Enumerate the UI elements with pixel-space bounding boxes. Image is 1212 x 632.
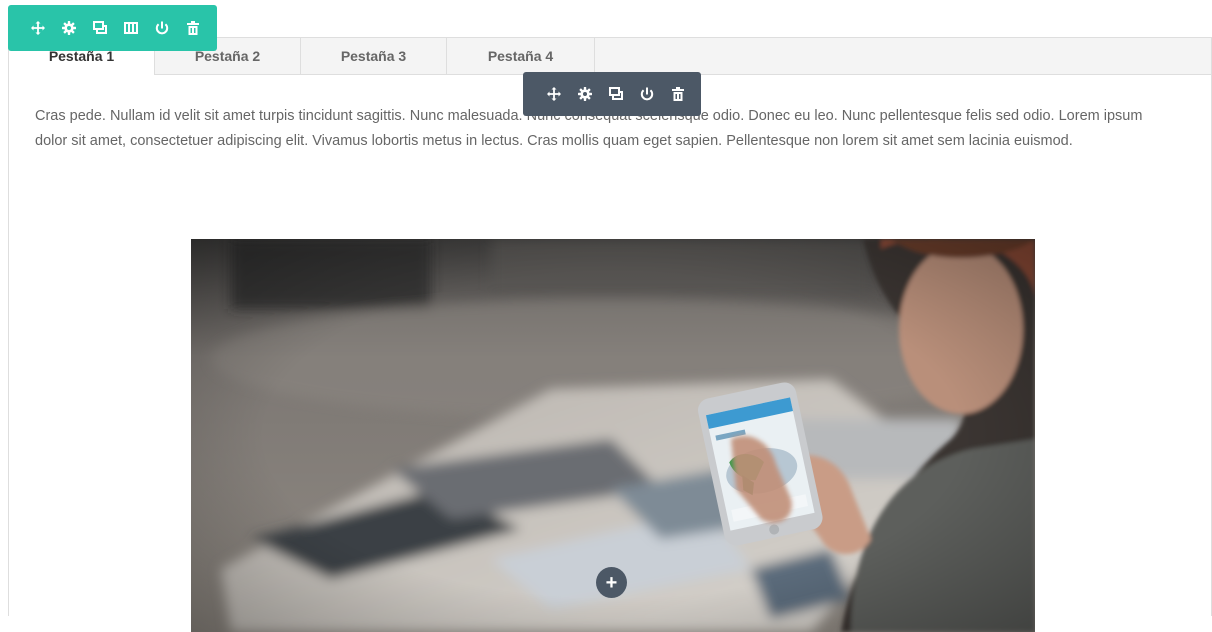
settings-icon[interactable] [53,13,84,43]
add-module-button[interactable]: + [596,567,627,598]
settings-icon[interactable] [569,79,600,109]
duplicate-icon[interactable] [84,13,115,43]
tabs-module: Pestaña 1 Pestaña 2 Pestaña 3 Pestaña 4 … [8,37,1212,632]
delete-icon[interactable] [177,13,208,43]
columns-icon[interactable] [115,13,146,43]
duplicate-icon[interactable] [600,79,631,109]
tab-pestana-4[interactable]: Pestaña 4 [447,38,595,74]
move-icon[interactable] [538,79,569,109]
tab-pestana-3[interactable]: Pestaña 3 [301,38,447,74]
module-toolbar [523,72,701,116]
delete-icon[interactable] [662,79,693,109]
save-icon[interactable] [146,13,177,43]
save-icon[interactable] [631,79,662,109]
row-toolbar [8,5,217,51]
move-icon[interactable] [22,13,53,43]
tab-content: Cras pede. Nullam id velit sit amet turp… [9,75,1211,632]
